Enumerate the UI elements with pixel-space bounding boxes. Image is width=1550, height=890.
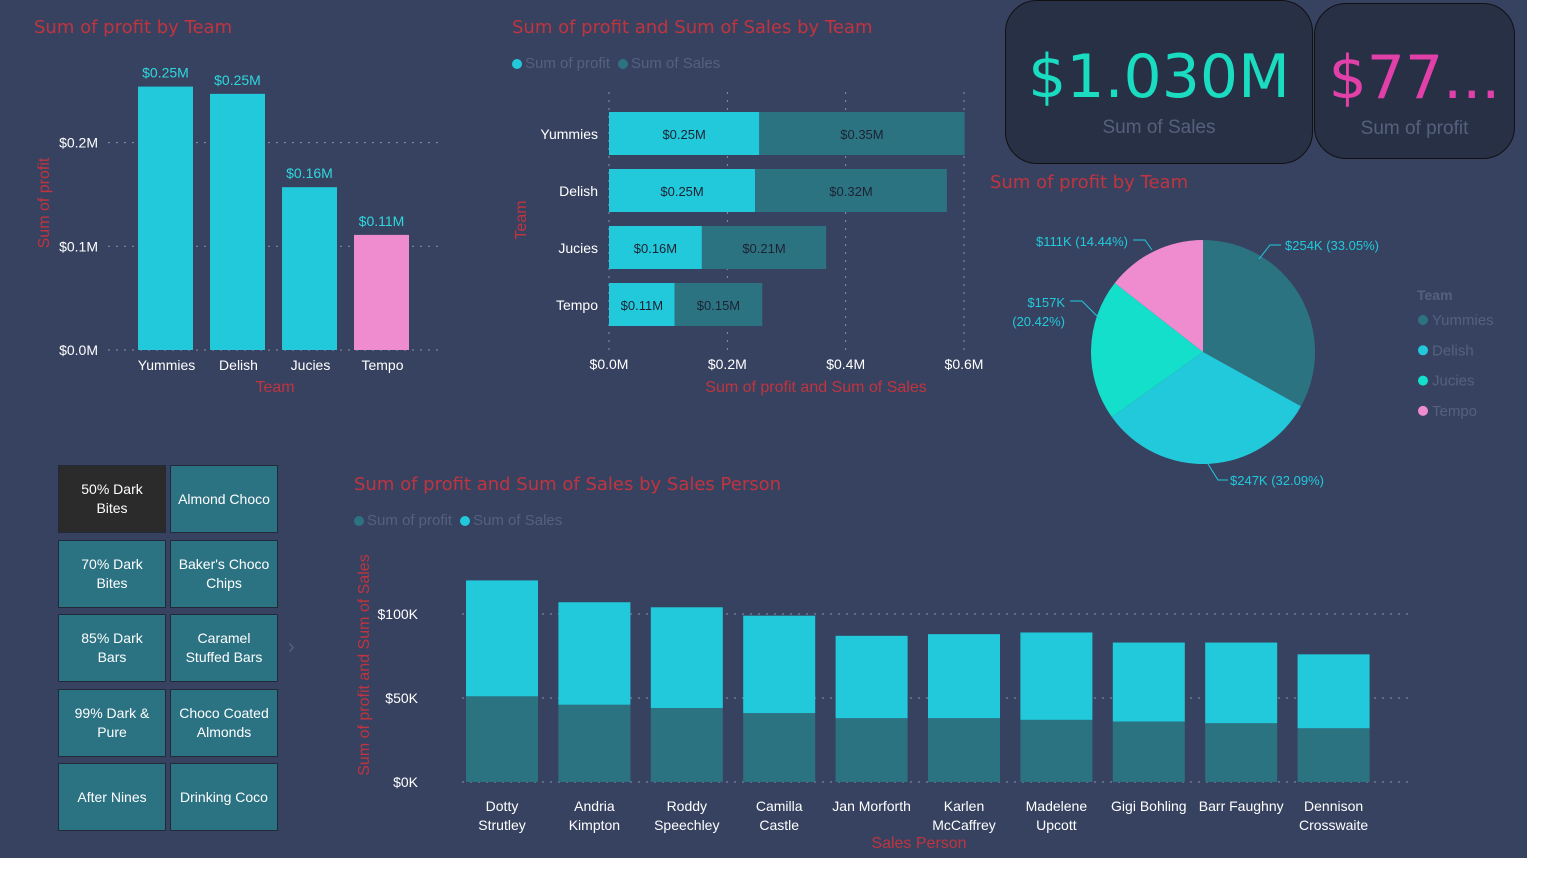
x-tick-label: Crosswaite xyxy=(1299,817,1368,833)
bar-sales xyxy=(1112,642,1185,722)
x-tick-label: Karlen xyxy=(944,798,984,814)
x-tick-label: Kimpton xyxy=(569,817,620,833)
bar-profit xyxy=(1205,723,1278,782)
bar-sales xyxy=(466,580,538,697)
bar-profit xyxy=(743,713,816,782)
x-tick-label: Barr Faughny xyxy=(1199,798,1284,814)
x-tick-label: Madelene xyxy=(1026,798,1088,814)
bar-sales xyxy=(1020,632,1093,720)
bar-profit xyxy=(1020,719,1093,782)
x-tick-label: Strutley xyxy=(478,817,525,833)
bar-profit xyxy=(1112,721,1185,782)
x-tick-label: McCaffrey xyxy=(932,817,996,833)
profit-and-sales-by-salesperson-chart[interactable]: $0K $50K $100K Dotty Strutley Andria Kimpton Ro… xyxy=(0,0,1527,858)
bar-profit xyxy=(558,704,631,782)
x-tick-label: Jan Morforth xyxy=(832,798,911,814)
y-tick-label: $100K xyxy=(378,606,419,622)
x-tick-label: Camilla xyxy=(756,798,803,814)
bar-sales xyxy=(928,634,1000,719)
bar-sales xyxy=(743,615,816,714)
y-tick-label: $50K xyxy=(385,690,418,706)
x-tick-label: Castle xyxy=(759,817,799,833)
x-tick-label: Andria xyxy=(574,798,615,814)
x-tick-label: Upcott xyxy=(1036,817,1077,833)
x-tick-label: Dennison xyxy=(1304,798,1363,814)
bar-sales xyxy=(650,607,723,709)
bar-profit xyxy=(928,718,1000,782)
bar-sales xyxy=(1205,642,1278,724)
bar-profit xyxy=(650,708,723,782)
x-tick-label: Gigi Bohling xyxy=(1111,798,1187,814)
bar-profit xyxy=(1297,728,1370,782)
bar-sales xyxy=(835,635,908,719)
report-canvas: Sum of profit by Team $0.0M $0.1M $0.2M $0.… xyxy=(0,0,1527,858)
y-tick-label: $0K xyxy=(393,774,419,790)
bar-profit xyxy=(835,718,908,782)
x-tick-label: Speechley xyxy=(654,817,719,833)
bar-profit xyxy=(466,696,538,782)
x-axis-title: Sales Person xyxy=(871,835,966,852)
y-axis-title: Sum of profit and Sum of Sales xyxy=(356,554,373,775)
bar-sales xyxy=(558,602,631,705)
x-tick-label: Dotty xyxy=(486,798,519,814)
x-tick-label: Roddy xyxy=(667,798,707,814)
bar-sales xyxy=(1297,654,1370,729)
